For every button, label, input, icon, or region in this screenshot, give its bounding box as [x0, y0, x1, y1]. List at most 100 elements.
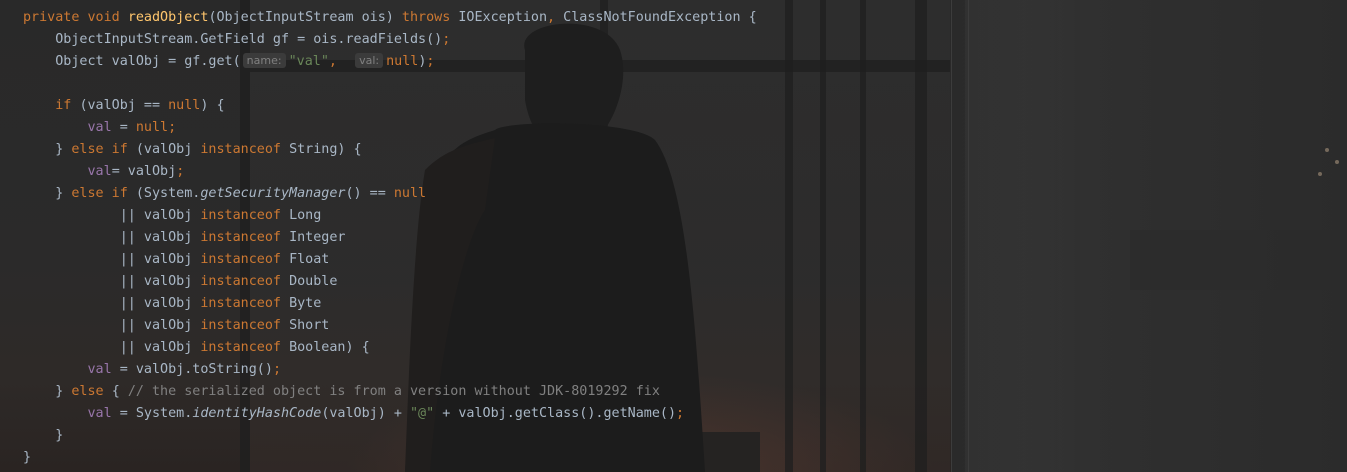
- code-token: {: [111, 384, 128, 399]
- code-token: readObject: [127, 10, 209, 25]
- code-token: instanceof: [200, 318, 290, 333]
- code-token: || valObj: [23, 252, 201, 267]
- code-token: ObjectInputStream.GetField gf = ois.read…: [23, 32, 443, 47]
- code-line[interactable]: }: [23, 425, 63, 447]
- code-token: "@": [410, 406, 443, 421]
- code-token: instanceof: [200, 274, 290, 289]
- code-line[interactable]: } else if (valObj instanceof String) {: [23, 139, 362, 161]
- code-line[interactable]: || valObj instanceof Float: [23, 249, 330, 271]
- code-token: = valObj: [111, 164, 177, 179]
- parameter-hint: name:: [242, 53, 286, 68]
- code-line[interactable]: if (valObj == null) {: [23, 95, 225, 117]
- code-token: || valObj: [23, 318, 201, 333]
- code-token: private void: [23, 10, 128, 25]
- code-token: Double: [289, 274, 338, 289]
- code-token: instanceof: [200, 340, 290, 355]
- code-line[interactable]: || valObj instanceof Long: [23, 205, 322, 227]
- code-token: (ObjectInputStream ois): [208, 10, 402, 25]
- code-token: IOException: [458, 10, 548, 25]
- code-token: Object valObj = gf.get(: [23, 54, 241, 69]
- code-token: || valObj: [23, 340, 201, 355]
- code-line[interactable]: }: [23, 447, 31, 469]
- code-token: instanceof: [200, 252, 290, 267]
- code-token: (System.: [135, 186, 201, 201]
- code-line[interactable]: val = null;: [23, 117, 176, 139]
- code-line[interactable]: val= valObj;: [23, 161, 184, 183]
- right-margin-guide: [951, 0, 952, 472]
- curtain: [965, 0, 1075, 472]
- code-line[interactable]: || valObj instanceof Double: [23, 271, 338, 293]
- code-token: =: [119, 120, 136, 135]
- code-token: null;: [135, 120, 177, 135]
- code-line[interactable]: } else if (System.getSecurityManager() =…: [23, 183, 426, 205]
- code-token: || valObj: [23, 274, 201, 289]
- code-line[interactable]: private void readObject(ObjectInputStrea…: [23, 7, 757, 29]
- code-line[interactable]: || valObj instanceof Byte: [23, 293, 322, 315]
- code-token: Boolean) {: [289, 340, 370, 355]
- code-token: instanceof: [200, 296, 290, 311]
- code-token: ;: [426, 54, 435, 69]
- code-token: ClassNotFoundException {: [563, 10, 757, 25]
- code-token: null: [386, 54, 419, 69]
- code-token: instanceof: [200, 208, 290, 223]
- code-token: instanceof: [200, 142, 290, 157]
- code-token: else: [71, 384, 112, 399]
- code-token: () ==: [345, 186, 394, 201]
- code-token: getSecurityManager: [200, 186, 346, 201]
- code-token: String) {: [289, 142, 362, 157]
- code-token: Long: [289, 208, 322, 223]
- code-line[interactable]: } else { // the serialized object is fro…: [23, 381, 660, 403]
- code-token: + valObj.getClass().getName(): [442, 406, 677, 421]
- code-token: else if: [71, 142, 136, 157]
- code-token: (valObj ==: [79, 98, 169, 113]
- code-token: (valObj) +: [321, 406, 410, 421]
- code-token: val: [23, 362, 120, 377]
- code-line[interactable]: val = valObj.toString();: [23, 359, 281, 381]
- code-token: (valObj: [135, 142, 201, 157]
- code-token: val: [23, 120, 120, 135]
- code-token: ;: [176, 164, 185, 179]
- code-token: || valObj: [23, 230, 201, 245]
- code-editor[interactable]: private void readObject(ObjectInputStrea…: [0, 0, 952, 472]
- code-token: Float: [289, 252, 330, 267]
- code-token: val: [23, 164, 112, 179]
- code-token: ,: [547, 10, 564, 25]
- code-token: null: [393, 186, 427, 201]
- code-line[interactable]: Object valObj = gf.get(name: "val", val: n…: [23, 51, 434, 73]
- parameter-hint: val:: [355, 53, 384, 68]
- code-line[interactable]: || valObj instanceof Short: [23, 315, 330, 337]
- code-token: Byte: [289, 296, 322, 311]
- code-token: }: [23, 428, 64, 443]
- code-token: }: [23, 450, 32, 465]
- wall-edge: [968, 0, 969, 472]
- code-token: identityHashCode: [192, 406, 322, 421]
- code-token: if: [23, 98, 80, 113]
- code-token: "val": [288, 54, 329, 69]
- code-token: ;: [442, 32, 451, 47]
- code-line[interactable]: || valObj instanceof Boolean) {: [23, 337, 370, 359]
- light-dot: [1325, 148, 1329, 152]
- code-line[interactable]: || valObj instanceof Integer: [23, 227, 346, 249]
- code-line[interactable]: ObjectInputStream.GetField gf = ois.read…: [23, 29, 450, 51]
- code-token: = valObj.toString(): [119, 362, 273, 377]
- code-token: ,: [328, 54, 354, 69]
- code-line[interactable]: val = System.identityHashCode(valObj) + …: [23, 403, 684, 425]
- code-token: Short: [289, 318, 330, 333]
- code-token: ) {: [200, 98, 225, 113]
- code-token: }: [23, 142, 72, 157]
- code-token: = System.: [119, 406, 193, 421]
- shelf: [1130, 230, 1347, 290]
- code-token: ;: [272, 362, 281, 377]
- light-dot: [1335, 160, 1339, 164]
- code-token: instanceof: [200, 230, 290, 245]
- code-token: || valObj: [23, 208, 201, 223]
- code-token: }: [23, 186, 72, 201]
- code-token: ;: [676, 406, 685, 421]
- code-token: }: [23, 384, 72, 399]
- code-token: null: [168, 98, 201, 113]
- code-token: val: [23, 406, 120, 421]
- code-token: throws: [401, 10, 459, 25]
- code-token: else if: [71, 186, 136, 201]
- light-dot: [1318, 172, 1322, 176]
- code-token: || valObj: [23, 296, 201, 311]
